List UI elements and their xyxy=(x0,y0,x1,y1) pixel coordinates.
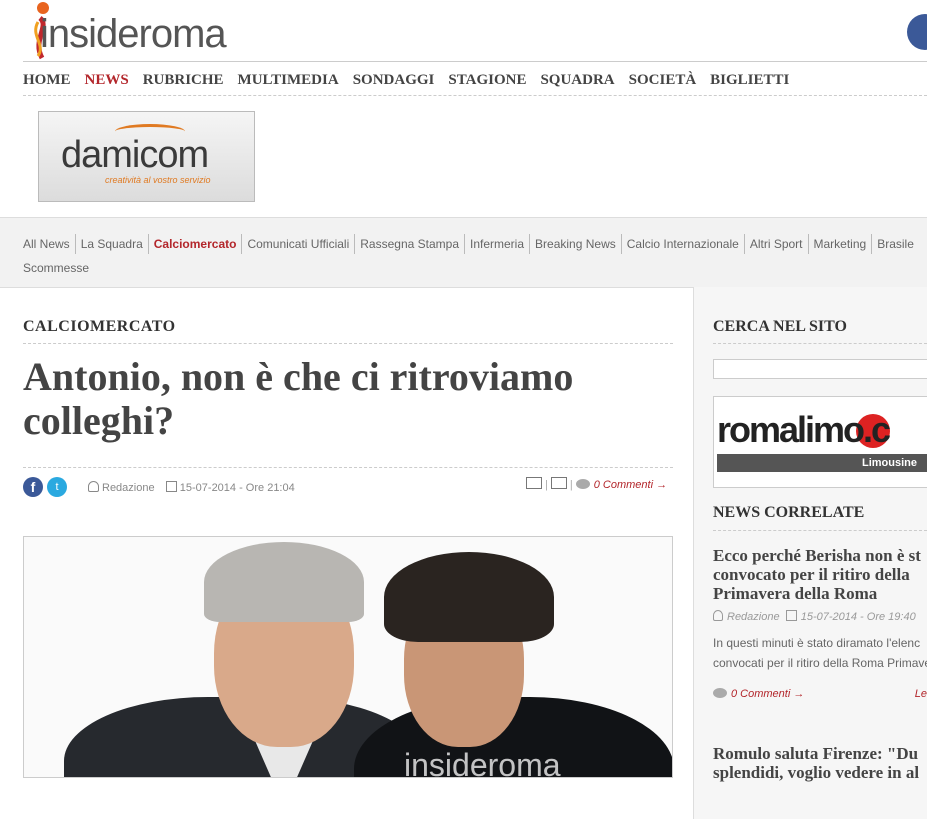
main-nav: HOME NEWS RUBRICHE MULTIMEDIA SONDAGGI STAGIO… xyxy=(23,72,803,89)
share-twitter-icon[interactable]: t xyxy=(47,477,67,497)
read-more-link[interactable]: Le xyxy=(915,688,927,700)
divider xyxy=(23,95,927,96)
site-logo[interactable]: insideroma xyxy=(24,0,274,62)
nav-news[interactable]: NEWS xyxy=(85,72,129,88)
divider xyxy=(23,61,927,62)
share-facebook-icon[interactable]: f xyxy=(23,477,43,497)
nav-multimedia[interactable]: MULTIMEDIA xyxy=(238,72,339,88)
related-news-meta: Redazione 15-07-2014 - Ore 19:40 xyxy=(713,610,916,623)
nav-stagione[interactable]: STAGIONE xyxy=(448,72,526,88)
subnav-breaking-news[interactable]: Breaking News xyxy=(530,234,622,254)
subnav-la-squadra[interactable]: La Squadra xyxy=(76,234,149,254)
photo-watermark: insideroma xyxy=(404,747,561,778)
divider xyxy=(713,530,927,531)
subnav-brasile[interactable]: Brasile xyxy=(872,234,919,254)
romalimo-ad-banner[interactable]: romalimo.c Limousine xyxy=(713,396,927,488)
nav-squadra[interactable]: SQUADRA xyxy=(540,72,614,88)
comments-link[interactable]: 0 Commenti → xyxy=(594,479,667,491)
nav-home[interactable]: HOME xyxy=(23,72,71,88)
divider xyxy=(23,343,673,344)
comment-icon xyxy=(575,479,590,489)
subnav-comunicati-ufficiali[interactable]: Comunicati Ufficiali xyxy=(242,234,356,254)
email-icon[interactable] xyxy=(526,477,542,489)
subnav-calciomercato[interactable]: Calciomercato xyxy=(149,234,243,254)
logo-text: insideroma xyxy=(40,12,227,56)
related-news-comments[interactable]: 0 Commenti → xyxy=(731,688,804,700)
romalimo-subtitle: Limousine xyxy=(717,454,927,472)
subnav-rassegna-stampa[interactable]: Rassegna Stampa xyxy=(355,234,465,254)
category-nav: All News La Squadra Calciomercato Comunicat… xyxy=(23,232,927,280)
facebook-icon[interactable] xyxy=(907,14,927,50)
subnav-infermeria[interactable]: Infermeria xyxy=(465,234,531,254)
search-input[interactable] xyxy=(713,359,927,379)
nav-rubriche[interactable]: RUBRICHE xyxy=(143,72,224,88)
damicom-logo-text: damicom xyxy=(61,134,209,176)
print-icon[interactable] xyxy=(550,477,567,489)
comment-icon xyxy=(713,688,727,698)
article-date: 15-07-2014 - Ore 21:04 xyxy=(179,482,295,494)
search-title: CERCA NEL SITO xyxy=(713,318,847,335)
nav-societa[interactable]: SOCIETÀ xyxy=(629,72,697,88)
related-news-footer: 0 Commenti → Le xyxy=(713,688,927,700)
subnav-altri-sport[interactable]: Altri Sport xyxy=(745,234,809,254)
damicom-ad-banner[interactable]: damicom creatività al vostro servizio xyxy=(38,111,255,202)
subnav-scommesse[interactable]: Scommesse xyxy=(23,258,94,278)
article-tools: | | 0 Commenti → xyxy=(526,477,667,491)
article-photo: insideroma xyxy=(23,536,673,778)
subnav-calcio-internazionale[interactable]: Calcio Internazionale xyxy=(622,234,745,254)
article-author[interactable]: Redazione xyxy=(102,482,155,494)
romalimo-logo-text: romalimo.c xyxy=(717,409,891,450)
subnav-all-news[interactable]: All News xyxy=(23,234,76,254)
user-icon xyxy=(713,610,723,621)
user-icon xyxy=(88,481,99,492)
article-meta: Redazione 15-07-2014 - Ore 21:04 xyxy=(86,481,295,494)
nav-sondaggi[interactable]: SONDAGGI xyxy=(353,72,435,88)
related-news-headline[interactable]: Romulo saluta Firenze: "Du splendidi, vo… xyxy=(713,744,927,782)
article-title: Antonio, non è che ci ritroviamo collegh… xyxy=(23,354,574,443)
divider xyxy=(23,467,673,468)
divider xyxy=(713,343,927,344)
calendar-icon xyxy=(165,481,177,492)
nav-biglietti[interactable]: BIGLIETTI xyxy=(710,72,789,88)
related-news-excerpt: In questi minuti è stato diramato l'elen… xyxy=(713,636,927,670)
subnav-marketing[interactable]: Marketing xyxy=(809,234,873,254)
related-news-headline[interactable]: Ecco perché Berisha non è st convocato p… xyxy=(713,546,927,603)
article-category[interactable]: CALCIOMERCATO xyxy=(23,318,176,336)
damicom-tagline: creatività al vostro servizio xyxy=(105,175,211,185)
related-news-title: NEWS CORRELATE xyxy=(713,504,865,521)
calendar-icon xyxy=(785,610,797,621)
